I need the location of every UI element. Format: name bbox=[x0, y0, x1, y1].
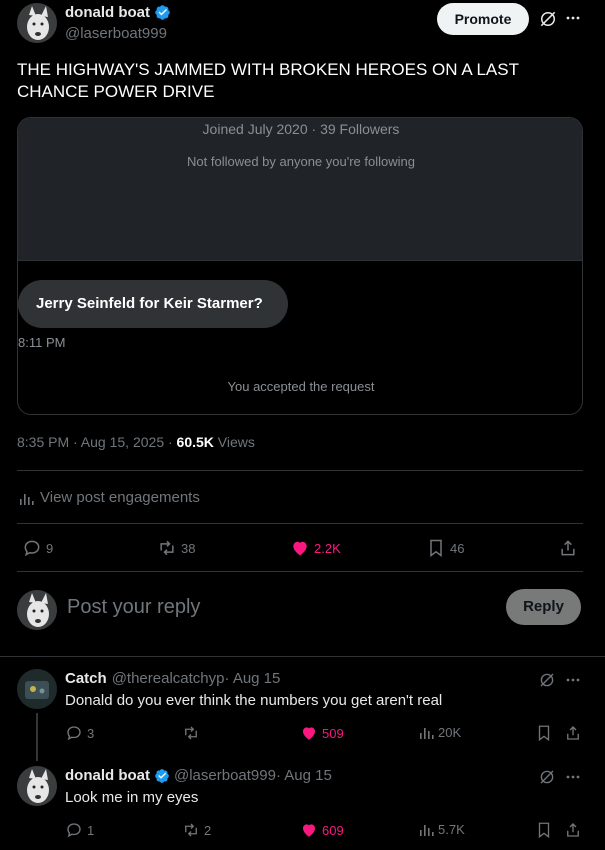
author-handle[interactable]: @laserboat999 bbox=[65, 25, 167, 42]
views-action[interactable]: 20K bbox=[418, 724, 461, 740]
composer-avatar[interactable] bbox=[17, 590, 57, 630]
like-count: 2.2K bbox=[314, 540, 341, 556]
bookmark-icon bbox=[535, 821, 553, 839]
author-name[interactable]: donald boat bbox=[65, 4, 150, 21]
reply-author-handle[interactable]: @therealcatchyp bbox=[112, 670, 225, 687]
more-options-icon[interactable] bbox=[565, 769, 581, 785]
share-action[interactable] bbox=[564, 821, 582, 839]
repost-icon bbox=[182, 821, 200, 839]
reply-input[interactable]: Post your reply bbox=[67, 596, 487, 619]
verified-badge-icon bbox=[154, 768, 170, 784]
author-avatar[interactable] bbox=[17, 3, 57, 43]
like-action[interactable]: 509 bbox=[300, 724, 344, 742]
divider bbox=[17, 571, 583, 572]
request-accepted-text: You accepted the request bbox=[227, 379, 375, 394]
reply-author-handle[interactable]: @laserboat999 bbox=[174, 767, 276, 784]
divider bbox=[0, 656, 605, 657]
bookmark-action[interactable]: 46 bbox=[426, 538, 464, 558]
embedded-media-card[interactable]: Joined July 2020 · 39 Followers Not foll… bbox=[17, 117, 583, 415]
analytics-icon bbox=[418, 724, 434, 740]
view-engagements-label: View post engagements bbox=[40, 489, 200, 506]
reply-author-name[interactable]: donald boat bbox=[65, 767, 150, 784]
repost-action[interactable] bbox=[182, 724, 204, 742]
dog-avatar-image bbox=[17, 3, 57, 43]
reply-count: 3 bbox=[87, 725, 95, 741]
share-icon bbox=[564, 821, 582, 839]
reply-avatar[interactable] bbox=[17, 669, 57, 709]
bookmark-count: 46 bbox=[450, 540, 465, 556]
heart-filled-icon bbox=[290, 538, 310, 558]
card-not-followed-text: Not followed by anyone you're following bbox=[187, 154, 415, 169]
view-engagements-link[interactable]: View post engagements bbox=[18, 489, 200, 506]
bookmark-icon bbox=[426, 538, 446, 558]
divider bbox=[17, 470, 583, 471]
heart-filled-icon bbox=[300, 821, 318, 839]
share-action[interactable] bbox=[558, 538, 578, 558]
share-action[interactable] bbox=[564, 724, 582, 742]
reply-icon bbox=[22, 538, 42, 558]
reply-date[interactable]: · Aug 15 bbox=[224, 670, 280, 687]
dog-avatar-image bbox=[17, 590, 57, 630]
like-action[interactable]: 609 bbox=[300, 821, 344, 839]
bookmark-action[interactable] bbox=[535, 724, 553, 742]
views-label: Views bbox=[217, 434, 255, 450]
reply-icon bbox=[65, 821, 83, 839]
more-options-icon[interactable] bbox=[565, 10, 581, 26]
reply-count: 9 bbox=[46, 540, 54, 556]
verified-badge-icon bbox=[154, 4, 171, 21]
reply-date[interactable]: · Aug 15 bbox=[276, 767, 332, 784]
post-timestamp[interactable]: 8:35 PM · Aug 15, 2025 · bbox=[17, 434, 177, 450]
views-count: 20K bbox=[438, 724, 462, 740]
post-meta: 8:35 PM · Aug 15, 2025 · 60.5K Views bbox=[17, 434, 255, 450]
message-bubble: Jerry Seinfeld for Keir Starmer? bbox=[18, 280, 288, 328]
like-count: 509 bbox=[322, 725, 344, 741]
card-joined-text: Joined July 2020 · 39 Followers bbox=[202, 121, 400, 137]
share-icon bbox=[564, 724, 582, 742]
catch-avatar-image bbox=[17, 669, 57, 709]
thread-line bbox=[36, 713, 38, 761]
repost-icon bbox=[182, 724, 200, 742]
repost-icon bbox=[157, 538, 177, 558]
reply-text: Look me in my eyes bbox=[65, 789, 199, 806]
reply-action[interactable]: 9 bbox=[22, 538, 53, 558]
analytics-icon bbox=[418, 821, 434, 837]
reply-button[interactable]: Reply bbox=[506, 589, 581, 625]
grok-icon[interactable] bbox=[538, 671, 556, 689]
views-count: 5.7K bbox=[438, 821, 465, 837]
repost-count: 2 bbox=[204, 822, 212, 838]
card-profile-section bbox=[18, 118, 582, 261]
more-options-icon[interactable] bbox=[565, 672, 581, 688]
analytics-icon bbox=[18, 490, 34, 506]
reply-avatar[interactable] bbox=[17, 766, 57, 806]
views-action[interactable]: 5.7K bbox=[418, 821, 465, 837]
share-icon bbox=[558, 538, 578, 558]
reply-count: 1 bbox=[87, 822, 95, 838]
grok-icon[interactable] bbox=[538, 768, 556, 786]
promote-button[interactable]: Promote bbox=[437, 3, 529, 35]
like-count: 609 bbox=[322, 822, 344, 838]
reply-text: Donald do you ever think the numbers you… bbox=[65, 692, 443, 709]
heart-filled-icon bbox=[300, 724, 318, 742]
repost-action[interactable]: 38 bbox=[157, 538, 195, 558]
post-text: THE HIGHWAY'S JAMMED WITH BROKEN HEROES … bbox=[17, 60, 519, 101]
divider bbox=[17, 523, 583, 524]
dog-avatar-image bbox=[17, 766, 57, 806]
like-action[interactable]: 2.2K bbox=[290, 538, 341, 558]
reply-action[interactable]: 1 bbox=[65, 821, 94, 839]
bookmark-icon bbox=[535, 724, 553, 742]
bookmark-action[interactable] bbox=[535, 821, 553, 839]
grok-icon[interactable] bbox=[538, 9, 558, 29]
repost-action[interactable]: 2 bbox=[182, 821, 211, 839]
reply-action[interactable]: 3 bbox=[65, 724, 94, 742]
repost-count: 38 bbox=[181, 540, 196, 556]
reply-author-name[interactable]: Catch bbox=[65, 670, 107, 687]
message-time: 8:11 PM bbox=[18, 335, 66, 350]
views-count: 60.5K bbox=[176, 434, 214, 450]
reply-icon bbox=[65, 724, 83, 742]
